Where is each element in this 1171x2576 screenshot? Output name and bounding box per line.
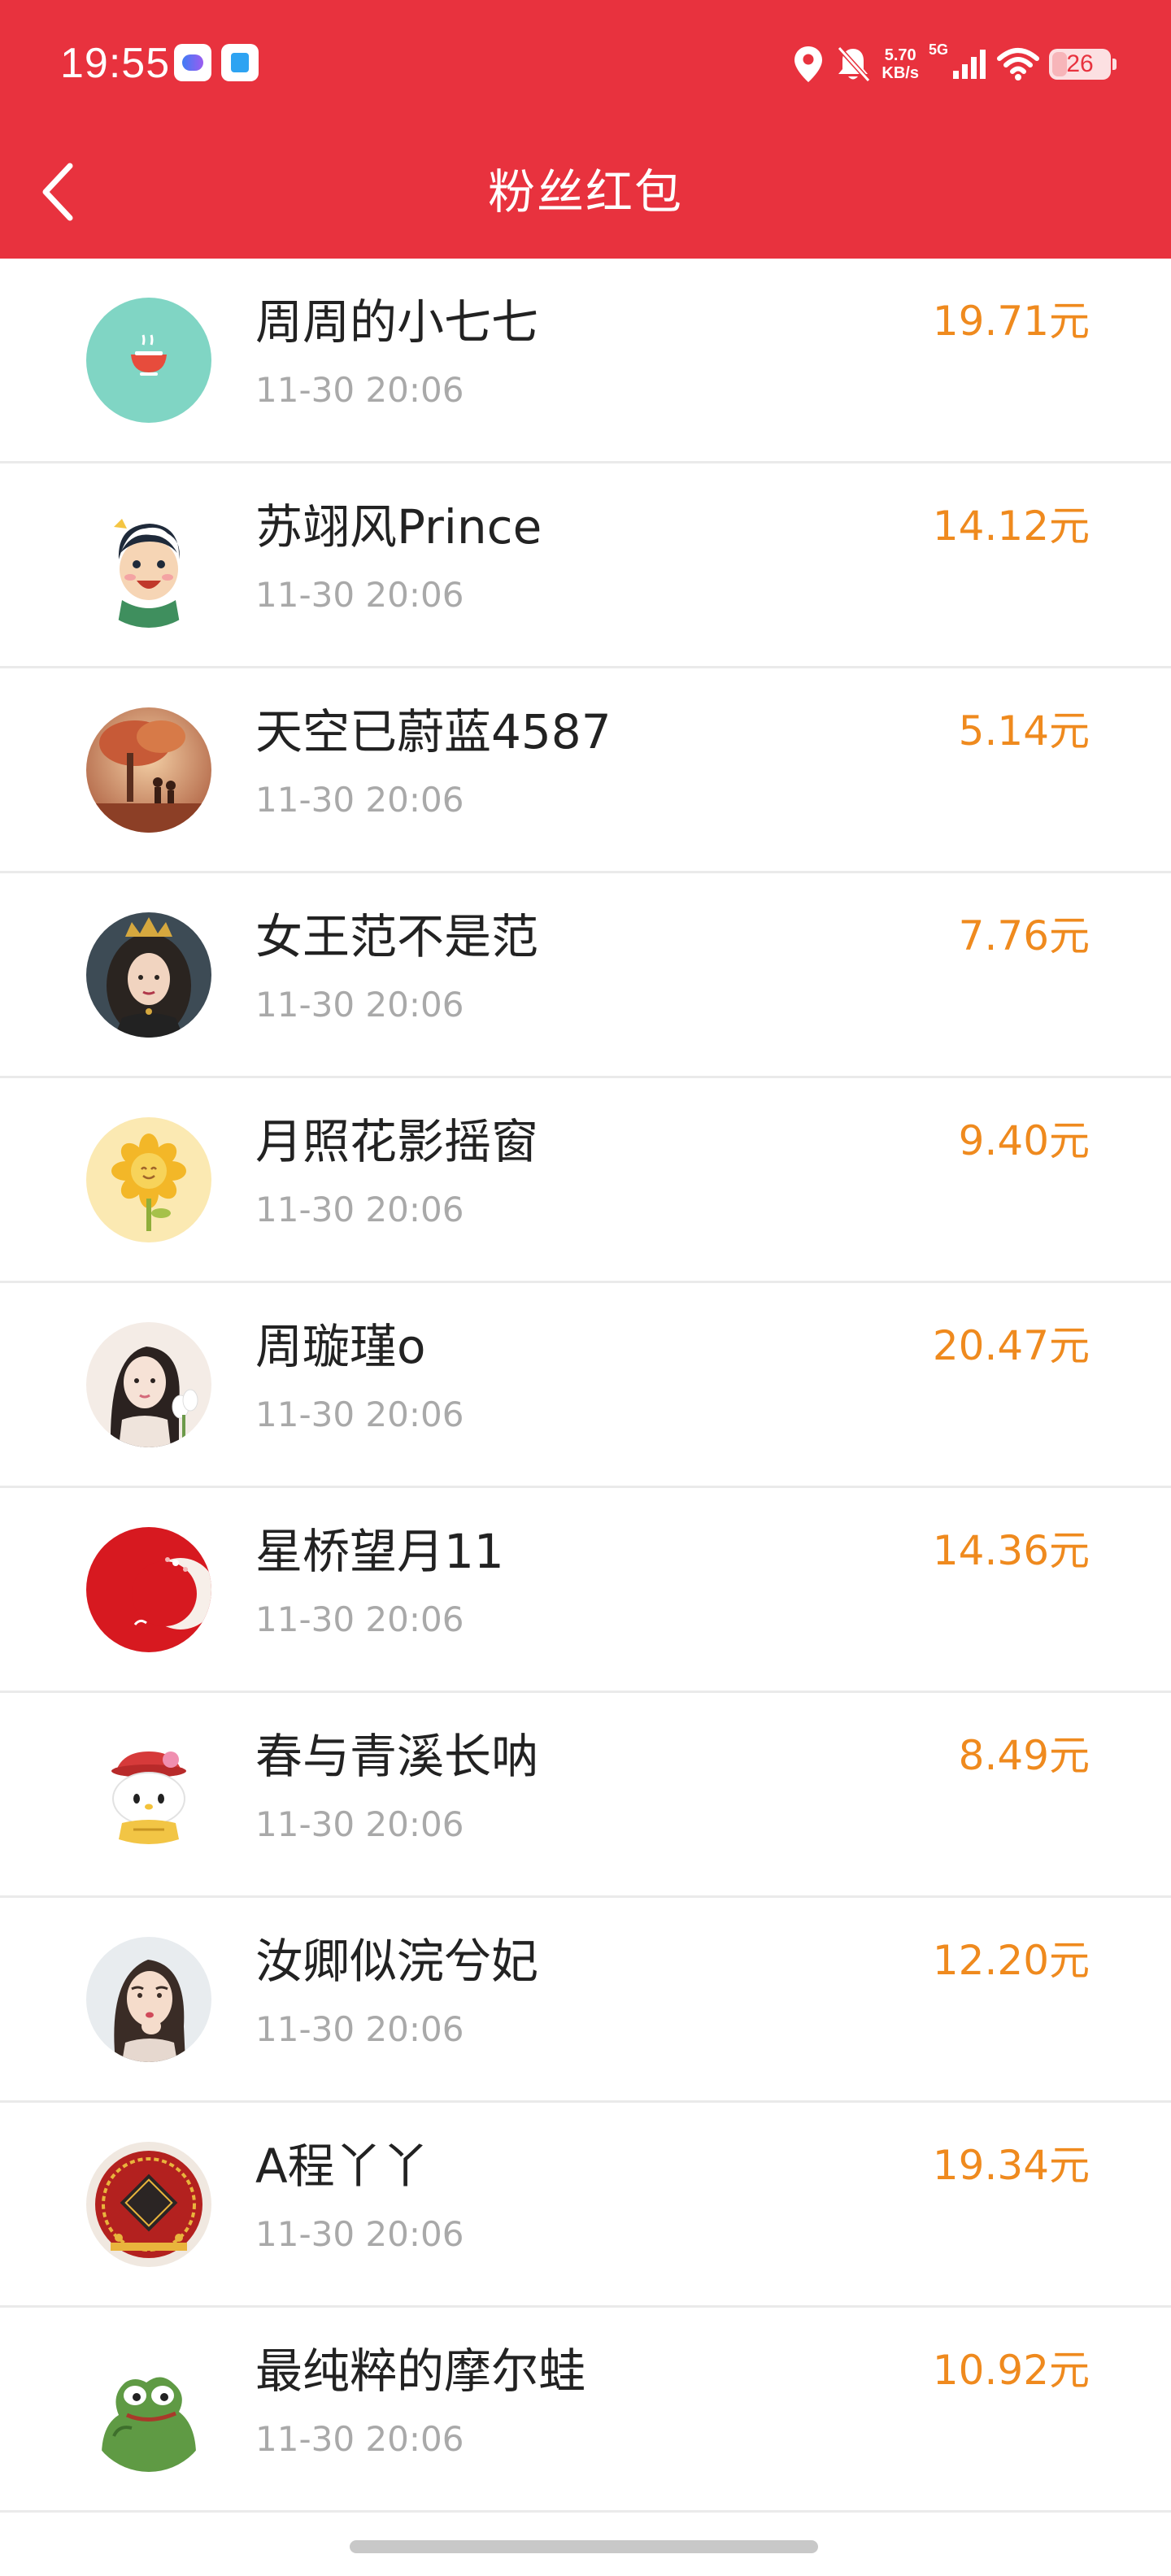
teacup-avatar (86, 298, 211, 423)
list-item[interactable]: 天空已蔚蓝4587 11-30 20:06 5.14元 (0, 668, 1171, 873)
list-item[interactable]: 苏翊风Prince 11-30 20:06 14.12元 (0, 463, 1171, 668)
girl-portrait-avatar (86, 1937, 211, 2062)
amount: 10.92元 (932, 2347, 1090, 2394)
user-name: 春与青溪长呐 (255, 1729, 539, 1784)
avatar (86, 2347, 211, 2472)
avatar (86, 503, 211, 628)
avatar (86, 707, 211, 833)
bell-muted-icon (838, 46, 871, 83)
avatar (86, 1527, 211, 1652)
timestamp: 11-30 20:06 (255, 985, 464, 1025)
list-item[interactable]: 星桥望月11 11-30 20:06 14.36元 (0, 1488, 1171, 1693)
user-name: 月照花影摇窗 (255, 1114, 539, 1169)
wifi-icon (997, 48, 1039, 80)
timestamp: 11-30 20:06 (255, 370, 464, 410)
amount: 8.49元 (958, 1732, 1090, 1779)
battery-fill (1052, 52, 1067, 76)
user-name: A程丫丫 (255, 2139, 429, 2194)
avatar (86, 1322, 211, 1447)
amount: 20.47元 (932, 1322, 1090, 1369)
user-name: 女王范不是范 (255, 909, 539, 964)
battery-icon: 26 (1049, 49, 1117, 80)
list-item[interactable]: 春与青溪长呐 11-30 20:06 8.49元 (0, 1693, 1171, 1898)
timestamp: 11-30 20:06 (255, 1395, 464, 1434)
avatar (86, 2142, 211, 2267)
timestamp: 11-30 20:06 (255, 2214, 464, 2254)
amount: 14.12元 (932, 503, 1090, 550)
timestamp: 11-30 20:06 (255, 2419, 464, 2459)
net-speed-value: 5.70 (884, 46, 916, 64)
avatar (86, 1937, 211, 2062)
signal-icon (953, 50, 986, 79)
amount: 9.40元 (958, 1117, 1090, 1164)
status-indicators: 5.70 KB/s 5G 26 (792, 36, 1117, 93)
user-name: 天空已蔚蓝4587 (255, 704, 612, 759)
user-name: 汝卿似浣兮妃 (255, 1934, 539, 1989)
fan-red-packet-list: 周周的小七七 11-30 20:06 19.71元 苏翊风Prince 11-3… (0, 259, 1171, 2513)
autumn-tree-avatar (86, 707, 211, 833)
location-icon (794, 46, 823, 82)
pepe-frog-avatar (86, 2347, 211, 2472)
timestamp: 11-30 20:06 (255, 1190, 464, 1229)
sunflower-avatar (86, 1117, 211, 1242)
bag-notification-icon (221, 44, 259, 81)
list-item[interactable]: 女王范不是范 11-30 20:06 7.76元 (0, 873, 1171, 1078)
signal-type-label: 5G (928, 41, 948, 58)
list-item[interactable]: 汝卿似浣兮妃 11-30 20:06 12.20元 (0, 1898, 1171, 2103)
user-name: 星桥望月11 (255, 1524, 504, 1579)
status-app-icons (174, 44, 259, 81)
status-time: 19:55 (60, 40, 171, 87)
user-name: 最纯粹的摩尔蛙 (255, 2343, 586, 2399)
avatar (86, 912, 211, 1038)
list-item[interactable]: 月照花影摇窗 11-30 20:06 9.40元 (0, 1078, 1171, 1283)
app-header: 19:55 5.70 KB/s 5G 26 粉丝红包 (0, 0, 1171, 259)
red-moon-avatar (86, 1527, 211, 1652)
home-indicator[interactable] (350, 2540, 818, 2553)
avatar (86, 1732, 211, 1857)
amount: 14.36元 (932, 1527, 1090, 1574)
avatar (86, 298, 211, 423)
user-name: 苏翊风Prince (255, 499, 542, 555)
user-name: 周周的小七七 (255, 294, 539, 350)
amount: 5.14元 (958, 707, 1090, 755)
timestamp: 11-30 20:06 (255, 780, 464, 820)
timestamp: 11-30 20:06 (255, 2009, 464, 2049)
list-item[interactable]: 周璇瑾o 11-30 20:06 20.47元 (0, 1283, 1171, 1488)
amount: 12.20元 (932, 1937, 1090, 1984)
queen-avatar (86, 912, 211, 1038)
girl-with-flowers-avatar (86, 1322, 211, 1447)
family-emblem-avatar (86, 2142, 211, 2267)
app-notification-icon (174, 44, 211, 81)
timestamp: 11-30 20:06 (255, 575, 464, 615)
timestamp: 11-30 20:06 (255, 1804, 464, 1844)
list-item[interactable]: A程丫丫 11-30 20:06 19.34元 (0, 2103, 1171, 2308)
battery-level: 26 (1066, 50, 1094, 77)
hello-kitty-avatar (86, 1732, 211, 1857)
timestamp: 11-30 20:06 (255, 1599, 464, 1639)
net-speed: 5.70 KB/s (882, 46, 919, 82)
amount: 19.34元 (932, 2142, 1090, 2189)
list-item[interactable]: 周周的小七七 11-30 20:06 19.71元 (0, 259, 1171, 463)
amount: 19.71元 (932, 298, 1090, 345)
avatar (86, 1117, 211, 1242)
cartoon-boy-avatar (86, 503, 211, 628)
page-title: 粉丝红包 (487, 164, 683, 220)
amount: 7.76元 (958, 912, 1090, 959)
net-speed-unit: KB/s (882, 64, 919, 82)
user-name: 周璇瑾o (255, 1319, 426, 1374)
list-item[interactable]: 最纯粹的摩尔蛙 11-30 20:06 10.92元 (0, 2308, 1171, 2513)
